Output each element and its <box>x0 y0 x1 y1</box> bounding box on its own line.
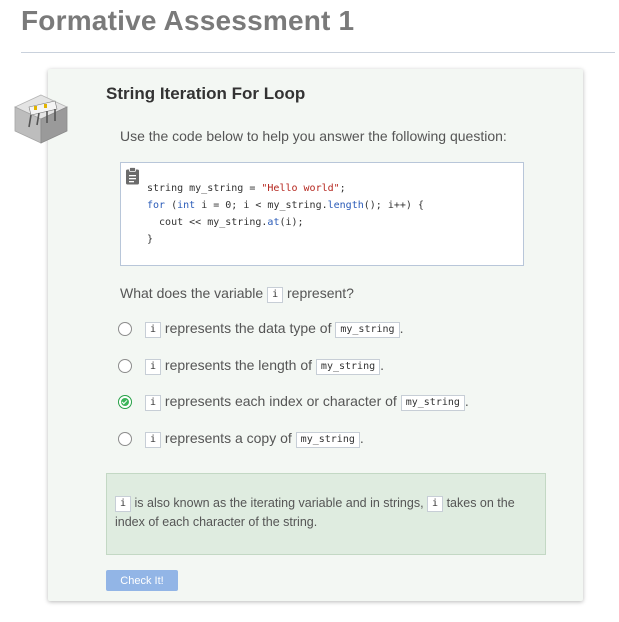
inline-code: i <box>145 395 162 411</box>
radio-button[interactable] <box>118 359 132 373</box>
inline-code: my_string <box>295 432 360 448</box>
radio-button[interactable] <box>118 322 132 336</box>
clipboard-icon[interactable] <box>125 167 140 185</box>
question-text: What does the variable i represent? <box>120 285 354 303</box>
instruction-text: Use the code below to help you answer th… <box>120 128 507 144</box>
inline-code: i <box>145 322 162 338</box>
inline-code: my_string <box>335 322 400 338</box>
inline-code: i <box>267 287 284 303</box>
check-it-button[interactable]: Check It! <box>106 570 178 591</box>
codio-bridge-cube-icon <box>13 93 69 145</box>
card-title: String Iteration For Loop <box>106 84 306 103</box>
inline-code: i <box>115 496 132 512</box>
radio-button[interactable] <box>118 432 132 446</box>
inline-code: my_string <box>315 359 381 375</box>
inline-code: i <box>427 496 444 512</box>
code-block: string my_string = "Hello world"; for (i… <box>120 162 524 266</box>
title-divider <box>21 52 615 53</box>
code-line-1: string my_string = "Hello world"; <box>147 183 346 194</box>
inline-code: i <box>145 432 162 448</box>
code-line-2: for (int i = 0; i < my_string.length(); … <box>147 200 424 211</box>
page-title: Formative Assessment 1 <box>21 5 355 36</box>
inline-code: i <box>145 359 162 375</box>
code-text: string my_string = "Hello world"; for (i… <box>147 180 424 248</box>
feedback-box: i is also known as the iterating variabl… <box>106 473 546 555</box>
code-line-3: cout << my_string.at(i); <box>147 217 304 228</box>
inline-code: my_string <box>400 395 465 411</box>
code-line-4: } <box>147 234 154 245</box>
radio-button-selected-check-icon[interactable] <box>118 395 132 409</box>
